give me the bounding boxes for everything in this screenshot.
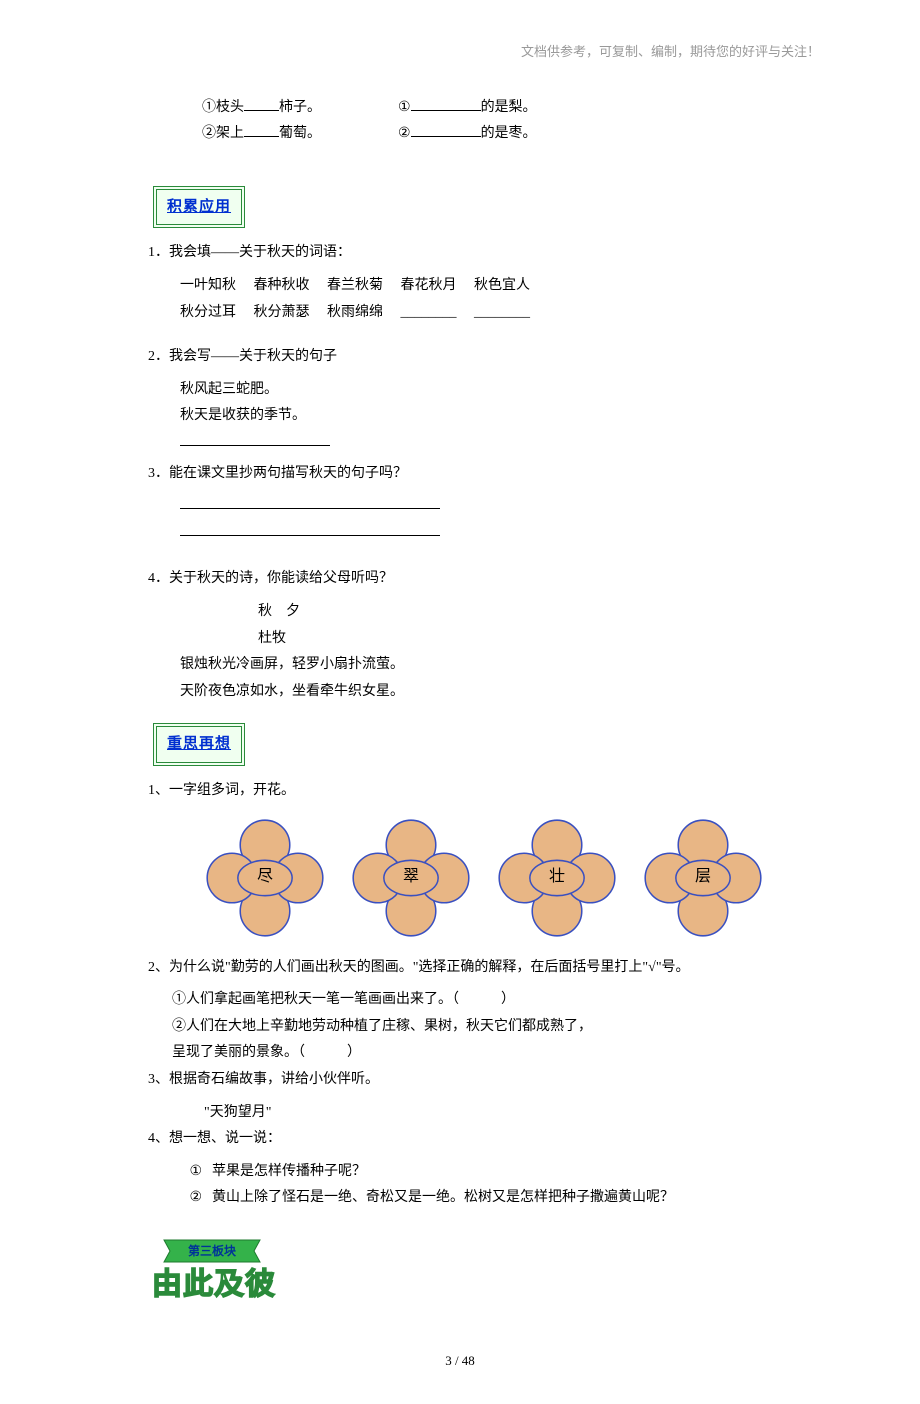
fill-line: ②的是枣。 bbox=[398, 121, 537, 148]
flower: 翠 bbox=[352, 819, 470, 937]
idiom: 秋分萧瑟 bbox=[254, 305, 310, 320]
flower-char: 壮 bbox=[549, 862, 565, 892]
page-content: ①枝头柿子。 ②架上葡萄。 ①的是梨。 ②的是枣。 积累应用 1．我会填——关于… bbox=[0, 95, 920, 1301]
b4-q2: ② 黄山上除了怪石是一绝、奇松又是一绝。松树又是怎样把种子撒遍黄山呢？ bbox=[148, 1185, 820, 1212]
section-title: 积累应用 bbox=[167, 199, 231, 215]
section-label-accumulate: 积累应用 bbox=[153, 186, 245, 229]
idiom: 春花秋月 bbox=[401, 278, 457, 293]
b2-opt2a: ②人们在大地上辛勤地劳动种植了庄稼、果树，秋天它们都成熟了， bbox=[148, 1014, 820, 1041]
b3-lead: 3、根据奇石编故事，讲给小伙伴听。 bbox=[148, 1067, 820, 1094]
poem-title: 秋 夕 bbox=[148, 599, 820, 626]
b4-q2-text: 黄山上除了怪石是一绝、奇松又是一绝。松树又是怎样把种子撒遍黄山呢？ bbox=[212, 1185, 674, 1212]
idiom-blank: ________ bbox=[401, 305, 457, 320]
col-right: ①的是梨。 ②的是枣。 bbox=[398, 95, 537, 148]
b4-lead: 4、想一想、说一说： bbox=[148, 1126, 820, 1153]
q1-lead: 1．我会填——关于秋天的词语： bbox=[148, 240, 820, 267]
col-left: ①枝头柿子。 ②架上葡萄。 bbox=[148, 95, 398, 148]
idiom: 秋分过耳 bbox=[180, 305, 236, 320]
poem-author: 杜牧 bbox=[148, 626, 820, 653]
section-title: 重思再想 bbox=[167, 736, 231, 752]
b2-opt2b: 呈现了美丽的景象。（ ） bbox=[148, 1040, 820, 1067]
idiom: 春种秋收 bbox=[254, 278, 310, 293]
banner-ribbon-icon: 第三板块 bbox=[152, 1234, 272, 1268]
flower-char: 层 bbox=[695, 862, 711, 892]
idiom: 秋色宜人 bbox=[474, 278, 530, 293]
b1-lead: 1、一字组多词，开花。 bbox=[148, 778, 820, 805]
b2-opt1: ①人们拿起画笔把秋天一笔一笔画画出来了。（ ） bbox=[148, 987, 820, 1014]
q1-row2: 秋分过耳 秋分萧瑟 秋雨绵绵 ________ ________ bbox=[148, 300, 820, 327]
q4-lead: 4．关于秋天的诗，你能读给父母听吗？ bbox=[148, 566, 820, 593]
fill-line: ①的是梨。 bbox=[398, 95, 537, 122]
flower: 层 bbox=[644, 819, 762, 937]
poem-line2: 天阶夜色凉如水，坐看牵牛织女星。 bbox=[148, 679, 820, 706]
b2-lead: 2、为什么说"勤劳的人们画出秋天的图画。"选择正确的解释，在后面括号里打上"√"… bbox=[148, 955, 820, 982]
fill-line: ②架上葡萄。 bbox=[202, 121, 398, 148]
idiom: 秋雨绵绵 bbox=[327, 305, 383, 320]
idiom: 春兰秋菊 bbox=[327, 278, 383, 293]
b4-q1: ① 苹果是怎样传播种子呢？ bbox=[148, 1159, 820, 1186]
top-columns: ①枝头柿子。 ②架上葡萄。 ①的是梨。 ②的是枣。 bbox=[148, 95, 820, 148]
b4-q1-text: 苹果是怎样传播种子呢？ bbox=[212, 1159, 366, 1186]
page-number: 3 / 48 bbox=[0, 1349, 920, 1374]
banner-block: 第三板块 由此及彼 bbox=[152, 1234, 820, 1301]
flower-row: 尽 翠 壮 bbox=[148, 819, 820, 937]
header-note: 文档供参考，可复制、编制，期待您的好评与关注！ bbox=[0, 40, 920, 65]
q1-row1: 一叶知秋 春种秋收 春兰秋菊 春花秋月 秋色宜人 bbox=[148, 273, 820, 300]
flower: 尽 bbox=[206, 819, 324, 937]
b4-q1-num: ① bbox=[172, 1159, 212, 1186]
idiom: 一叶知秋 bbox=[180, 278, 236, 293]
flower-char: 尽 bbox=[257, 862, 273, 892]
q3-lead: 3．能在课文里抄两句描写秋天的句子吗？ bbox=[148, 461, 820, 488]
idiom-blank: ________ bbox=[474, 305, 530, 320]
banner-title: 由此及彼 bbox=[152, 1268, 820, 1301]
q2-line2: 秋天是收获的季节。 bbox=[148, 403, 820, 430]
b4-q2-num: ② bbox=[172, 1185, 212, 1212]
q2-line1: 秋风起三蛇肥。 bbox=[148, 377, 820, 404]
banner-label: 第三板块 bbox=[188, 1243, 237, 1258]
b3-sub: "天狗望月" bbox=[148, 1100, 820, 1127]
fill-line: ①枝头柿子。 bbox=[202, 95, 398, 122]
poem-line1: 银烛秋光冷画屏，轻罗小扇扑流萤。 bbox=[148, 652, 820, 679]
flower: 壮 bbox=[498, 819, 616, 937]
section-label-rethink: 重思再想 bbox=[153, 723, 245, 766]
q3-blank2 bbox=[148, 520, 820, 547]
flower-char: 翠 bbox=[403, 862, 419, 892]
q2-blank bbox=[148, 430, 820, 457]
q2-lead: 2．我会写——关于秋天的句子 bbox=[148, 344, 820, 371]
q3-blank1 bbox=[148, 493, 820, 520]
